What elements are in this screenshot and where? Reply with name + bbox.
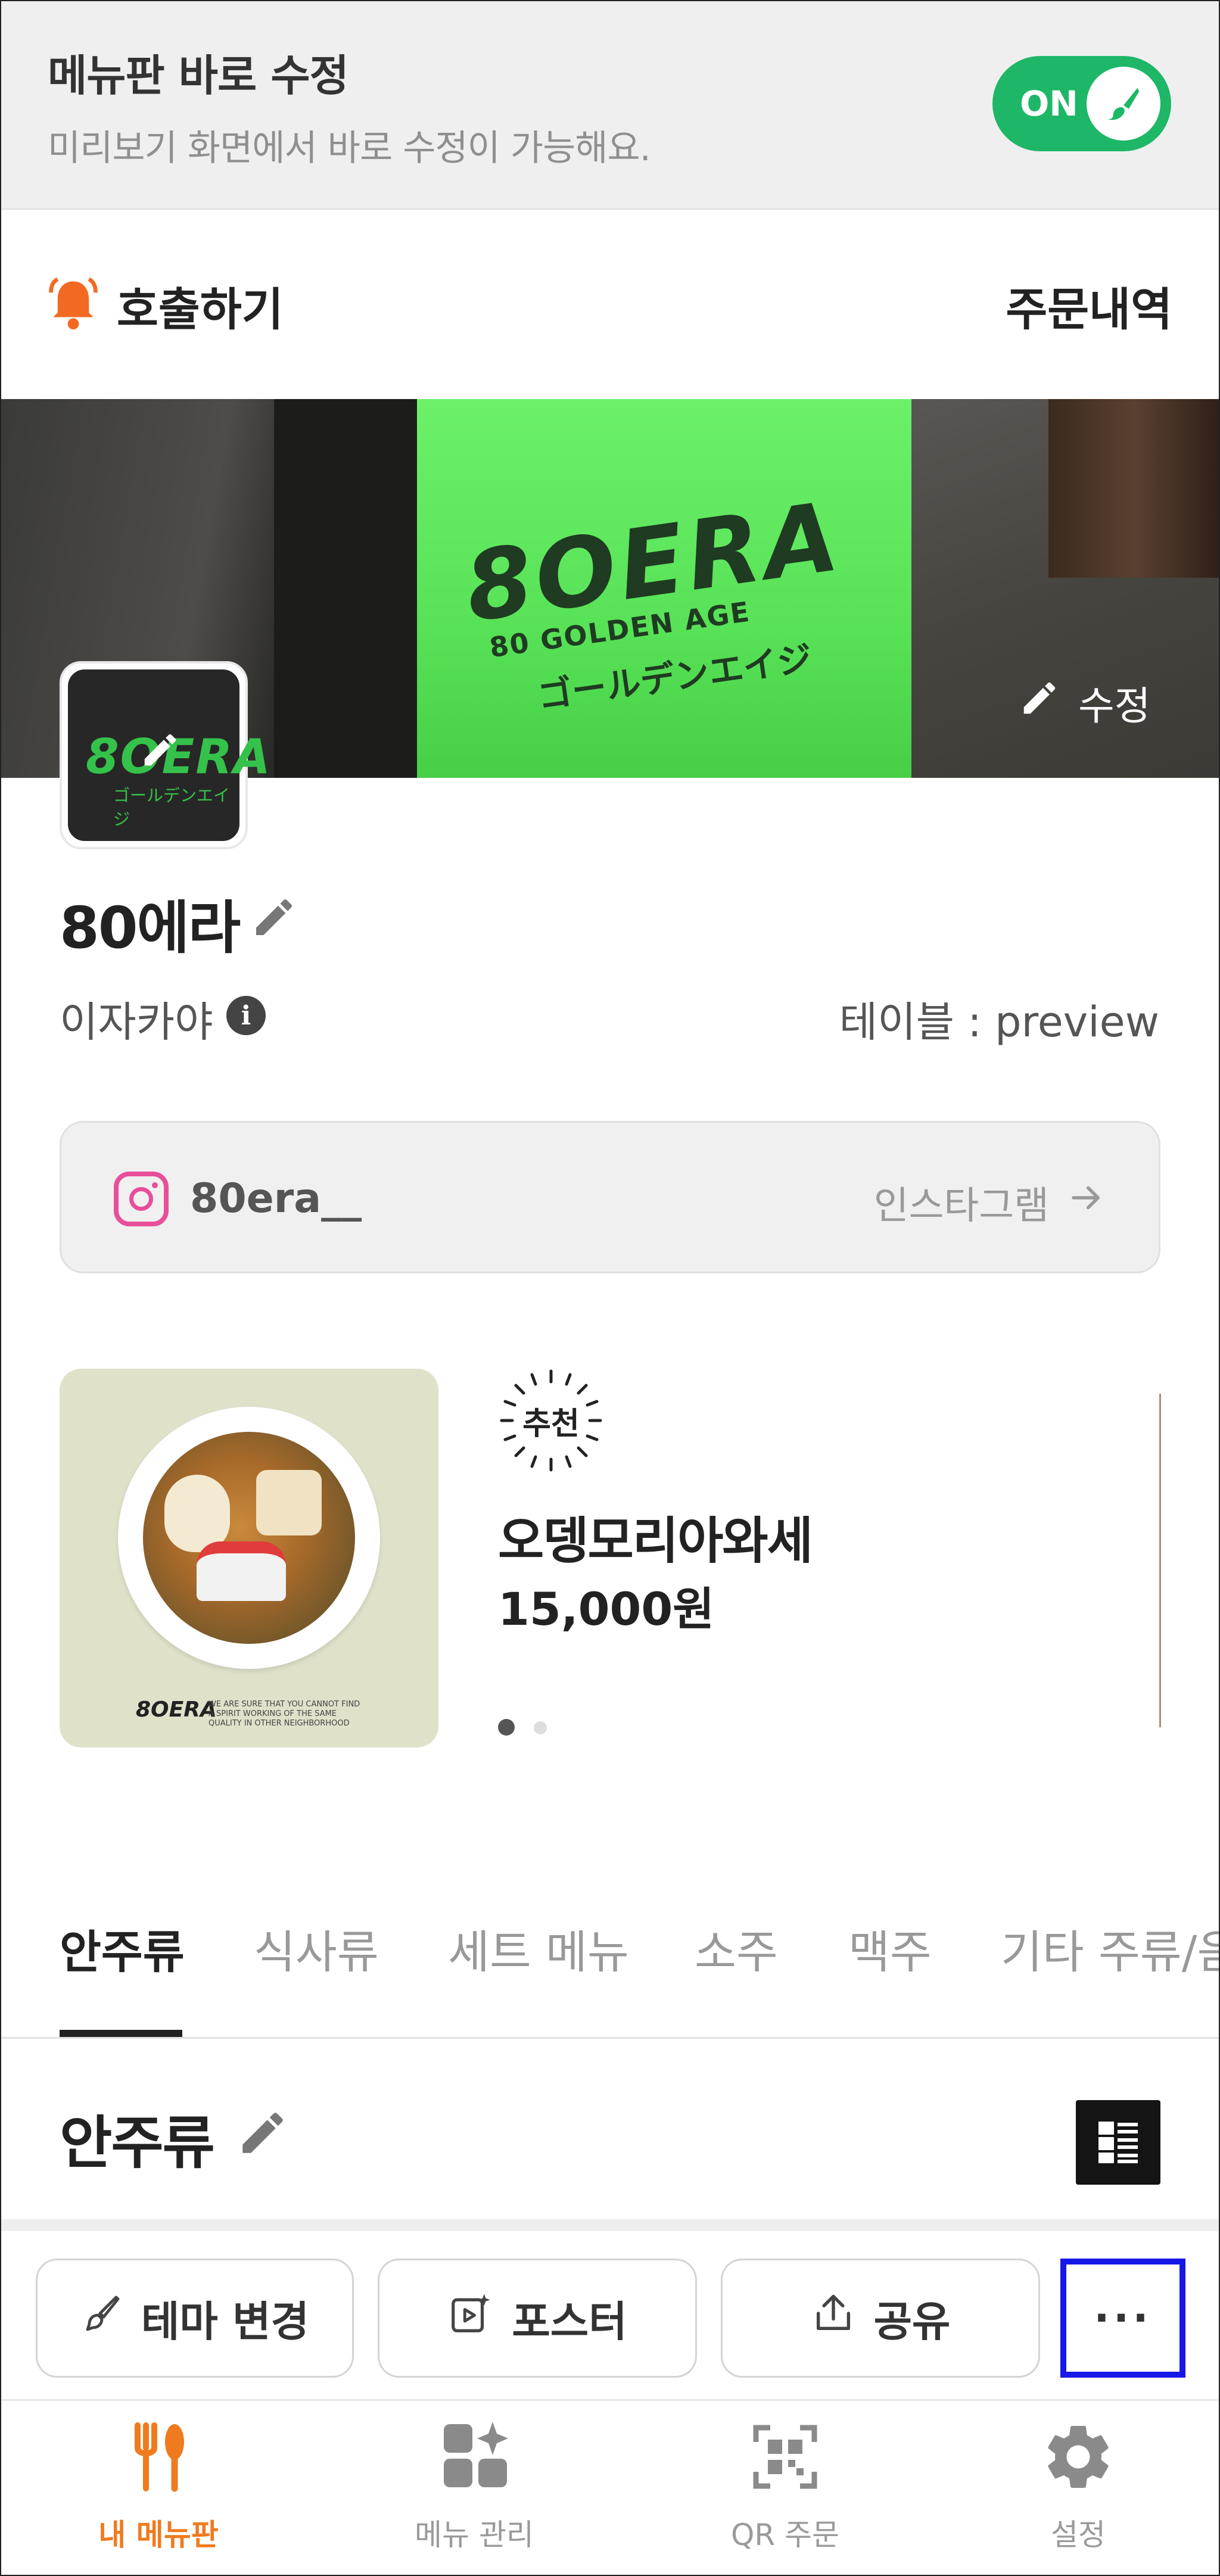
cover-edit-label: 수정 bbox=[1078, 683, 1151, 729]
section-divider bbox=[0, 2219, 1220, 2231]
nav-settings[interactable]: 설정 bbox=[989, 2418, 1168, 2554]
nav-qr-order-label: QR 주문 bbox=[731, 2518, 839, 2552]
edit-mode-bar: 메뉴판 바로 수정 미리보기 화면에서 바로 수정이 가능해요. ON bbox=[0, 0, 1220, 210]
fork-knife-icon bbox=[120, 2418, 197, 2496]
carousel-dot-active[interactable] bbox=[498, 1719, 515, 1736]
food-image-logo: 8OERA bbox=[136, 1697, 217, 1722]
tab-meal[interactable]: 식사류 bbox=[254, 1915, 379, 1981]
tab-other-drinks[interactable]: 기타 주류/음 bbox=[1001, 1915, 1220, 1981]
edit-name-pencil-icon[interactable] bbox=[250, 893, 298, 941]
more-options-button[interactable]: ··· bbox=[1060, 2259, 1185, 2378]
gear-icon bbox=[1040, 2418, 1117, 2496]
arrow-right-icon bbox=[1067, 1178, 1106, 1227]
brush-icon bbox=[80, 2292, 123, 2345]
cover-edit-button[interactable]: 수정 bbox=[1019, 673, 1150, 733]
call-staff-button[interactable]: 호출하기 bbox=[117, 273, 284, 338]
tab-anju[interactable]: 안주류 bbox=[60, 1915, 185, 1981]
menu-grid-icon bbox=[435, 2418, 513, 2496]
bell-icon[interactable] bbox=[46, 274, 100, 334]
pencil-icon bbox=[1019, 677, 1060, 728]
nav-menu-manage[interactable]: 메뉴 관리 bbox=[385, 2418, 564, 2554]
table-label: 테이블 : preview bbox=[839, 998, 1159, 1046]
edit-mode-subtitle: 미리보기 화면에서 바로 수정이 가능해요. bbox=[48, 127, 651, 169]
nav-settings-label: 설정 bbox=[1051, 2518, 1106, 2552]
recommend-badge-label: 추천 bbox=[522, 1406, 580, 1442]
theme-change-button[interactable]: 테마 변경 bbox=[36, 2259, 354, 2378]
nav-my-menu[interactable]: 내 메뉴판 bbox=[69, 2418, 248, 2554]
instagram-handle: 80era__ bbox=[190, 1175, 362, 1222]
instagram-icon bbox=[114, 1172, 169, 1226]
toggle-label: ON bbox=[1020, 83, 1078, 124]
food-image-fineprint: WE ARE SURE THAT YOU CANNOT FIND A SPIRI… bbox=[208, 1700, 360, 1728]
tab-beer[interactable]: 맥주 bbox=[848, 1915, 932, 1981]
store-category: 이자카야 bbox=[60, 998, 213, 1046]
carousel-dot[interactable] bbox=[534, 1721, 547, 1734]
store-name: 80에라 bbox=[60, 895, 241, 961]
list-view-toggle-icon[interactable] bbox=[1076, 2100, 1160, 2185]
pencil-icon bbox=[139, 729, 181, 773]
theme-change-label: 테마 변경 bbox=[141, 2297, 309, 2346]
edit-mode-title: 메뉴판 바로 수정 bbox=[48, 51, 349, 101]
info-icon[interactable]: i bbox=[226, 996, 266, 1035]
share-icon bbox=[811, 2291, 856, 2346]
logo-subtext: ゴールデンエイジ bbox=[113, 786, 231, 829]
share-button[interactable]: 공유 bbox=[721, 2259, 1040, 2378]
tabbar-divider bbox=[0, 2399, 1220, 2401]
store-logo[interactable]: 8OERA ゴールデンエイジ bbox=[60, 661, 270, 849]
share-label: 공유 bbox=[873, 2297, 951, 2346]
nav-qr-order[interactable]: QR 주문 bbox=[696, 2418, 874, 2554]
nav-menu-manage-label: 메뉴 관리 bbox=[415, 2518, 534, 2552]
section-title: 안주류 bbox=[60, 2110, 215, 2176]
instagram-link[interactable]: 80era__ 인스타그램 bbox=[60, 1121, 1160, 1273]
tab-soju[interactable]: 소주 bbox=[695, 1915, 778, 1981]
active-tab-indicator bbox=[60, 2030, 182, 2037]
instagram-link-label: 인스타그램 bbox=[873, 1184, 1049, 1228]
qr-icon bbox=[746, 2418, 824, 2496]
recommend-badge: 추천 bbox=[498, 1368, 604, 1474]
recommended-menu-price: 15,000원 bbox=[498, 1583, 715, 1636]
category-tabs: 안주류 식사류 세트 메뉴 소주 맥주 기타 주류/음 bbox=[0, 1882, 1220, 2039]
next-card-edge bbox=[1159, 1394, 1161, 1727]
poster-label: 포스터 bbox=[512, 2297, 627, 2346]
recommended-menu-name: 오뎅모리아와세 bbox=[498, 1512, 813, 1570]
recommended-food-image[interactable]: 8OERA WE ARE SURE THAT YOU CANNOT FIND A… bbox=[60, 1369, 438, 1748]
header-row: 호출하기 주문내역 bbox=[0, 210, 1220, 399]
edit-mode-toggle[interactable]: ON bbox=[992, 56, 1171, 151]
edit-section-pencil-icon[interactable] bbox=[236, 2106, 290, 2160]
poster-icon bbox=[447, 2290, 494, 2347]
tab-set-menu[interactable]: 세트 메뉴 bbox=[448, 1915, 629, 1981]
order-history-button[interactable]: 주문내역 bbox=[1006, 273, 1172, 338]
poster-button[interactable]: 포스터 bbox=[378, 2259, 697, 2378]
brush-icon bbox=[1087, 67, 1160, 141]
nav-my-menu-label: 내 메뉴판 bbox=[98, 2518, 219, 2552]
